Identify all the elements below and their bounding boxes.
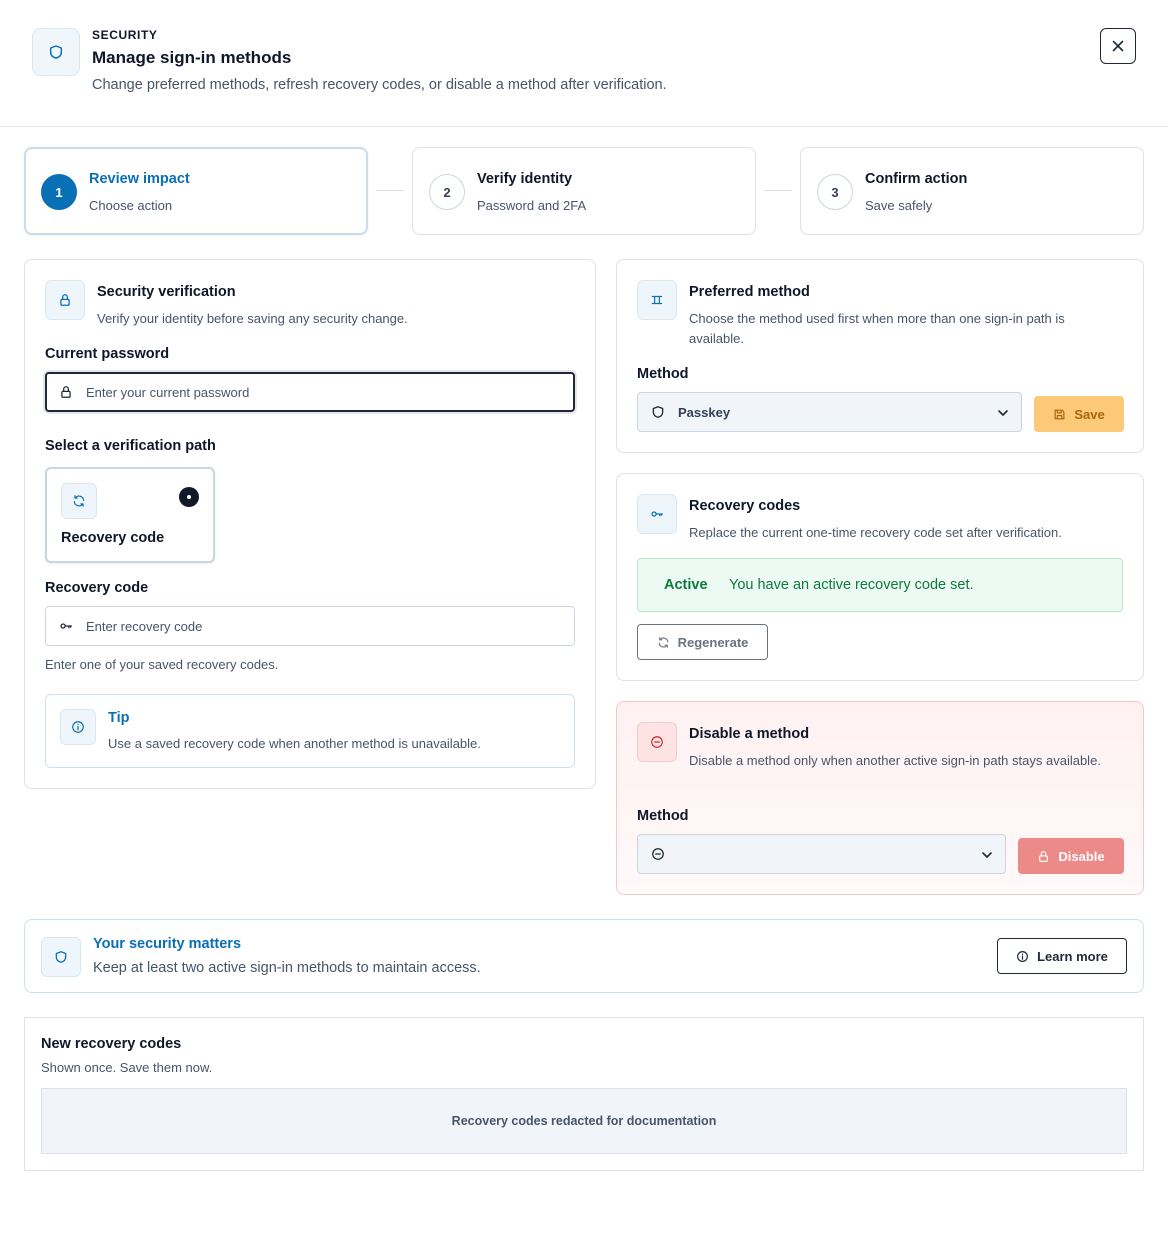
info-icon bbox=[60, 709, 96, 745]
key-icon bbox=[637, 494, 677, 534]
refresh-icon bbox=[658, 636, 668, 648]
close-button[interactable] bbox=[1100, 28, 1136, 64]
step-subtitle: Save safely bbox=[865, 198, 933, 213]
current-password-field[interactable]: Enter your current password bbox=[45, 372, 575, 412]
chevron-down-icon bbox=[997, 407, 1009, 419]
save-label: Save bbox=[1074, 406, 1105, 422]
minus-circle-icon bbox=[651, 847, 665, 861]
key-icon bbox=[59, 619, 73, 633]
tip-box: Tip Use a saved recovery code when anoth… bbox=[45, 694, 575, 768]
priority-icon bbox=[637, 280, 677, 320]
card-subtitle: Verify your identity before saving any s… bbox=[97, 311, 408, 326]
step-subtitle: Choose action bbox=[89, 198, 173, 213]
redacted-text: Recovery codes redacted for documentatio… bbox=[451, 1114, 717, 1128]
recovery-codes-card: Recovery codes Replace the current one-t… bbox=[616, 473, 1144, 681]
card-subtitle: Choose the method used first when more t… bbox=[689, 311, 1065, 346]
step-connector bbox=[764, 190, 792, 191]
disable-label: Disable bbox=[1058, 848, 1105, 864]
header-eyebrow: SECURITY bbox=[92, 28, 158, 42]
save-icon bbox=[1054, 409, 1065, 419]
step-subtitle: Password and 2FA bbox=[477, 198, 587, 213]
step-title: Verify identity bbox=[477, 171, 573, 187]
step-title: Review impact bbox=[89, 171, 190, 187]
learn-more-button[interactable]: Learn more bbox=[997, 938, 1127, 974]
info-icon bbox=[1017, 950, 1029, 962]
status-badge: Active bbox=[664, 577, 708, 593]
regenerate-label: Regenerate bbox=[677, 634, 749, 650]
refresh-icon bbox=[61, 483, 97, 519]
selected-method: Passkey bbox=[678, 405, 731, 420]
recovery-code-placeholder: Enter recovery code bbox=[86, 618, 203, 634]
verification-path-label: Select a verification path bbox=[45, 438, 216, 454]
lock-icon bbox=[59, 385, 73, 399]
preferred-method-card: Preferred method Choose the method used … bbox=[616, 259, 1144, 453]
radio-selected-indicator[interactable] bbox=[179, 487, 199, 507]
card-subtitle: Replace the current one-time recovery co… bbox=[689, 525, 1062, 540]
password-placeholder: Enter your current password bbox=[86, 384, 250, 400]
verification-path-recovery-code[interactable]: Recovery code bbox=[45, 467, 215, 563]
step-review-impact[interactable]: 1 Review impact Choose action bbox=[24, 147, 368, 235]
chevron-down-icon bbox=[981, 849, 993, 861]
page-title: Manage sign-in methods bbox=[92, 48, 292, 67]
minus-circle-icon bbox=[637, 722, 677, 762]
security-verification-card: Security verification Verify your identi… bbox=[24, 259, 596, 789]
status-text: You have an active recovery code set. bbox=[729, 577, 974, 593]
tip-title: Tip bbox=[108, 710, 130, 726]
method-label: Method bbox=[637, 366, 689, 382]
step-verify-identity[interactable]: 2 Verify identity Password and 2FA bbox=[412, 147, 756, 235]
shield-icon bbox=[41, 937, 81, 977]
step-number: 1 bbox=[41, 174, 77, 210]
disable-button[interactable]: Disable bbox=[1018, 838, 1124, 874]
lock-icon bbox=[1039, 850, 1049, 862]
recovery-code-field[interactable]: Enter recovery code bbox=[45, 606, 575, 646]
card-title: Recovery codes bbox=[689, 498, 801, 514]
shield-icon bbox=[651, 405, 665, 419]
method-label: Method bbox=[637, 808, 689, 824]
panel-title: New recovery codes bbox=[41, 1036, 182, 1052]
learn-more-label: Learn more bbox=[1037, 948, 1108, 964]
recovery-code-label: Recovery code bbox=[45, 580, 149, 596]
shield-icon bbox=[32, 28, 80, 76]
page-subtitle: Change preferred methods, refresh recove… bbox=[92, 77, 667, 93]
step-number: 2 bbox=[429, 174, 465, 210]
new-recovery-codes-panel: New recovery codes Shown once. Save them… bbox=[24, 1017, 1144, 1171]
save-button[interactable]: Save bbox=[1034, 396, 1124, 432]
step-number: 3 bbox=[817, 174, 853, 210]
card-subtitle: Disable a method only when another activ… bbox=[689, 753, 1101, 768]
dialog-header: SECURITY Manage sign-in methods Change p… bbox=[0, 0, 1168, 127]
disable-method-select[interactable] bbox=[637, 834, 1006, 874]
status-banner: Active You have an active recovery code … bbox=[637, 558, 1123, 612]
recovery-codes-redacted: Recovery codes redacted for documentatio… bbox=[41, 1088, 1127, 1154]
preferred-method-select[interactable]: Passkey bbox=[637, 392, 1022, 432]
card-title: Disable a method bbox=[689, 726, 810, 742]
tip-text: Use a saved recovery code when another m… bbox=[108, 736, 481, 751]
recovery-code-help: Enter one of your saved recovery codes. bbox=[45, 657, 279, 672]
verification-path-name: Recovery code bbox=[61, 530, 165, 546]
card-title: Preferred method bbox=[689, 284, 810, 300]
password-label: Current password bbox=[45, 346, 170, 362]
panel-subtitle: Shown once. Save them now. bbox=[41, 1060, 213, 1075]
step-title: Confirm action bbox=[865, 171, 968, 187]
step-connector bbox=[376, 190, 404, 191]
step-confirm-action[interactable]: 3 Confirm action Save safely bbox=[800, 147, 1144, 235]
security-banner: Your security matters Keep at least two … bbox=[24, 919, 1144, 993]
banner-title: Your security matters bbox=[93, 936, 242, 952]
close-icon bbox=[1112, 40, 1124, 52]
regenerate-button[interactable]: Regenerate bbox=[637, 624, 768, 660]
disable-method-card: Disable a method Disable a method only w… bbox=[616, 701, 1144, 895]
lock-icon bbox=[45, 280, 85, 320]
banner-text: Keep at least two active sign-in methods… bbox=[93, 960, 481, 976]
card-title: Security verification bbox=[97, 284, 236, 300]
